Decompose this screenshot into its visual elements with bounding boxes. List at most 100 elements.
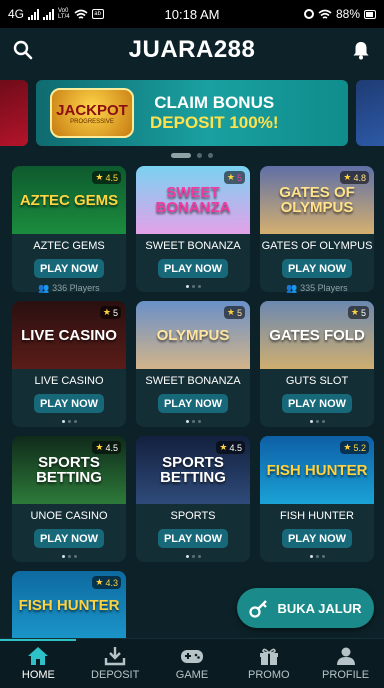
alarm-icon (303, 9, 314, 19)
battery-icon (364, 9, 376, 19)
game-thumbnail[interactable]: GATES OF OLYMPUS ★ 4.8 (260, 166, 374, 234)
game-thumbnail[interactable]: FISH HUNTER ★ 5.2 (260, 436, 374, 504)
game-card[interactable]: FISH HUNTER ★ 5.2 FISH HUNTER PLAY NOW (260, 436, 374, 562)
play-now-button[interactable]: PLAY NOW (282, 259, 352, 278)
rating-badge: ★ 5 (223, 306, 245, 319)
claim-line-1: CLAIM BONUS (154, 93, 275, 112)
status-right: 88% (303, 7, 376, 21)
game-card[interactable]: SPORTS BETTING ★ 4.5 UNOE CASINO PLAY NOW (12, 436, 126, 562)
battery-percent: 88% (335, 7, 360, 21)
game-name: FISH HUNTER (280, 510, 354, 522)
thumb-title: AZTEC GEMS (19, 191, 119, 209)
active-tab-indicator (0, 639, 76, 641)
play-now-button[interactable]: PLAY NOW (34, 529, 104, 548)
game-thumbnail[interactable]: FISH HUNTER ★ 4.3 (12, 571, 126, 639)
play-now-button[interactable]: PLAY NOW (158, 259, 228, 278)
home-icon (28, 647, 49, 665)
gamepad-icon (180, 650, 203, 663)
play-now-button[interactable]: PLAY NOW (158, 394, 228, 413)
status-left: 4G Vo0 LT/4 ab (8, 7, 104, 21)
game-card[interactable]: OLYMPUS ★ 5 SWEET BONANZA PLAY NOW (136, 301, 250, 427)
players-text: 336 Players (52, 283, 100, 293)
wifi-icon-right (318, 9, 332, 19)
bell-icon[interactable] (350, 39, 372, 61)
game-name: LIVE CASINO (34, 375, 104, 387)
game-thumbnail[interactable]: GATES FOLD ★ 5 (260, 301, 374, 369)
nav-promo[interactable]: PROMO (230, 639, 307, 688)
game-card[interactable]: FISH HUNTER ★ 4.3 (12, 571, 126, 643)
buka-jalur-button[interactable]: BUKA JALUR (237, 588, 374, 628)
thumb-title: FISH HUNTER (266, 461, 368, 479)
carousel-dots (0, 150, 384, 160)
game-thumbnail[interactable]: OLYMPUS ★ 5 (136, 301, 250, 369)
game-card[interactable]: AZTEC GEMS ★ 4.5 AZTEC GEMS PLAY NOW 👥 33… (12, 166, 126, 293)
nav-profile[interactable]: PROFILE (307, 639, 384, 688)
star-icon: ★ (343, 442, 352, 452)
promo-carousel[interactable]: JACKPOT PROGRESSIVE CLAIM BONUS DEPOSIT … (0, 80, 384, 150)
thumb-title: GATES FOLD (269, 326, 365, 344)
star-icon: ★ (219, 442, 228, 452)
card-dots (12, 555, 126, 558)
carousel-dot-active[interactable] (171, 152, 191, 158)
thumb-title: OLYMPUS (156, 326, 230, 344)
thumb-title: GATES OF OLYMPUS (279, 184, 355, 216)
star-icon: ★ (102, 307, 111, 317)
game-card[interactable]: SWEET BONANZA ★ 5 SWEET BONANZA PLAY NOW (136, 166, 250, 292)
rating-value: 5 (236, 307, 242, 318)
banner-prev-slide[interactable] (0, 80, 28, 146)
nav-home[interactable]: HOME (0, 639, 77, 688)
play-now-button[interactable]: PLAY NOW (282, 529, 352, 548)
deposit-icon (104, 647, 126, 666)
game-thumbnail[interactable]: SPORTS BETTING ★ 4.5 (136, 436, 250, 504)
claim-line-2: DEPOSIT 100%! (150, 113, 279, 132)
card-dots (136, 420, 250, 423)
thumb-title: SWEET BONANZA (155, 184, 231, 216)
search-icon[interactable] (12, 39, 34, 61)
nav-label: HOME (21, 669, 55, 681)
game-thumbnail[interactable]: SPORTS BETTING ★ 4.5 (12, 436, 126, 504)
rating-badge: ★ 5.2 (340, 441, 369, 454)
game-thumbnail[interactable]: SWEET BONANZA ★ 5 (136, 166, 250, 234)
jackpot-badge: JACKPOT PROGRESSIVE (50, 88, 134, 138)
carousel-dot[interactable] (208, 152, 213, 158)
play-now-button[interactable]: PLAY NOW (282, 394, 352, 413)
rating-badge: ★ 4.5 (216, 441, 245, 454)
volte-bottom: LT/4 (58, 14, 70, 20)
game-name: AZTEC GEMS (33, 240, 105, 252)
game-thumbnail[interactable]: LIVE CASINO ★ 5 (12, 301, 126, 369)
star-icon: ★ (226, 307, 235, 317)
key-icon (249, 600, 268, 618)
nav-game[interactable]: GAME (154, 639, 231, 688)
jackpot-sub-label: PROGRESSIVE (70, 118, 114, 125)
game-name: GUTS SLOT (285, 375, 349, 387)
rating-badge: ★ 5 (223, 171, 245, 184)
game-card[interactable]: LIVE CASINO ★ 5 LIVE CASINO PLAY NOW (12, 301, 126, 427)
nav-label: DEPOSIT (91, 669, 140, 681)
carousel-dot[interactable] (197, 152, 202, 158)
nav-deposit[interactable]: DEPOSIT (77, 639, 154, 688)
network-label: 4G (8, 7, 25, 21)
play-now-button[interactable]: PLAY NOW (34, 259, 104, 278)
game-name: SWEET BONANZA (145, 375, 241, 387)
play-now-button[interactable]: PLAY NOW (158, 529, 228, 548)
play-now-button[interactable]: PLAY NOW (34, 394, 104, 413)
rating-badge: ★ 4.5 (92, 171, 121, 184)
banner-next-slide[interactable] (356, 80, 384, 146)
game-card[interactable]: GATES OF OLYMPUS ★ 4.8 GATES OF OLYMPUS P… (260, 166, 374, 294)
player-count: 👥 335 Players (260, 283, 374, 294)
rating-value: 5.2 (353, 442, 366, 453)
star-icon: ★ (95, 442, 104, 452)
rating-badge: ★ 4.3 (92, 576, 121, 589)
promo-banner[interactable]: JACKPOT PROGRESSIVE CLAIM BONUS DEPOSIT … (36, 80, 348, 146)
game-card[interactable]: GATES FOLD ★ 5 GUTS SLOT PLAY NOW (260, 301, 374, 427)
card-dots (260, 555, 374, 558)
game-name: GATES OF OLYMPUS (261, 240, 373, 252)
star-icon: ★ (350, 307, 359, 317)
players-icon: 👥 (286, 283, 298, 293)
game-thumbnail[interactable]: AZTEC GEMS ★ 4.5 (12, 166, 126, 234)
card-dots (136, 555, 250, 558)
jackpot-label: JACKPOT (56, 101, 128, 119)
rating-badge: ★ 5 (99, 306, 121, 319)
game-card[interactable]: SPORTS BETTING ★ 4.5 SPORTS PLAY NOW (136, 436, 250, 562)
profile-icon (336, 647, 355, 665)
